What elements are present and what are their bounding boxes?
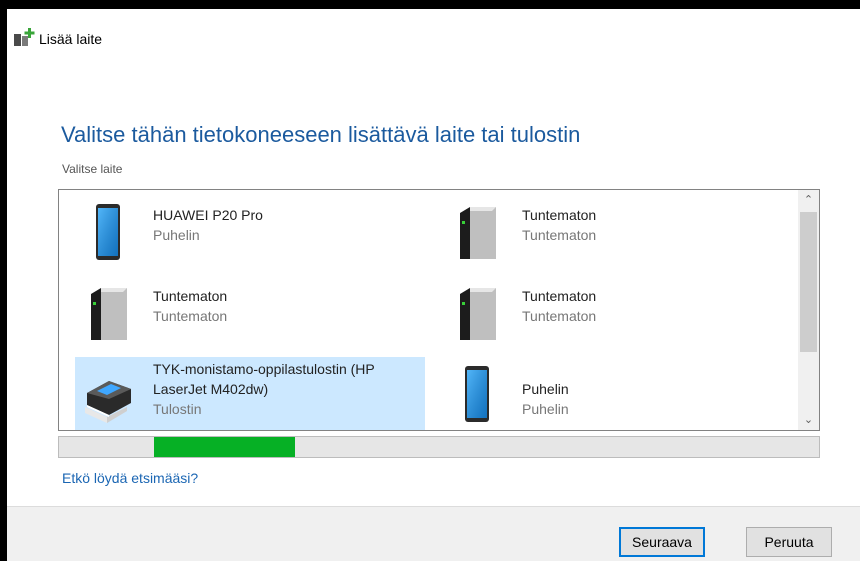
computer-tower-icon: [460, 288, 496, 340]
device-name: Tuntematon: [522, 288, 597, 304]
scroll-thumb[interactable]: [800, 212, 817, 352]
device-name: Puhelin: [522, 381, 569, 397]
device-item-unknown-1[interactable]: Tuntematon Tuntematon: [444, 195, 794, 270]
device-type: Tuntematon: [522, 227, 597, 243]
device-list[interactable]: HUAWEI P20 Pro Puhelin Tuntematon Tuntem…: [58, 189, 820, 431]
page-title: Valitse tähän tietokoneeseen lisättävä l…: [61, 122, 581, 147]
window-title: Lisää laite: [39, 31, 103, 47]
add-device-icon: [14, 28, 35, 46]
device-type: Tulostin: [153, 401, 202, 417]
title-bar: Lisää laite: [7, 9, 860, 53]
device-item-phone[interactable]: Puhelin Puhelin: [444, 357, 794, 430]
device-name: HUAWEI P20 Pro: [153, 207, 263, 223]
computer-tower-icon: [460, 207, 496, 259]
computer-tower-icon: [91, 288, 127, 340]
dialog-footer: Seuraava Peruuta: [7, 506, 860, 561]
scroll-down-arrow-icon[interactable]: ⌄: [798, 410, 819, 430]
device-type: Puhelin: [153, 227, 200, 243]
device-type: Tuntematon: [153, 308, 228, 324]
device-type: Tuntematon: [522, 308, 597, 324]
device-item-unknown-2[interactable]: Tuntematon Tuntematon: [75, 276, 425, 351]
search-progress-bar: [58, 436, 820, 458]
device-item-unknown-3[interactable]: Tuntematon Tuntematon: [444, 276, 794, 351]
device-item-printer[interactable]: TYK-monistamo-oppilastulostin (HP LaserJ…: [75, 357, 425, 430]
cant-find-device-link[interactable]: Etkö löydä etsimääsi?: [62, 470, 198, 486]
device-name: Tuntematon: [522, 207, 597, 223]
progress-fill: [154, 437, 295, 457]
device-item-huawei-p20-pro[interactable]: HUAWEI P20 Pro Puhelin: [75, 195, 425, 270]
scroll-up-arrow-icon[interactable]: ⌃: [798, 190, 819, 210]
device-name: Tuntematon: [153, 288, 228, 304]
vertical-scrollbar[interactable]: ⌃ ⌄: [798, 190, 819, 430]
device-type: Puhelin: [522, 401, 569, 417]
device-name: TYK-monistamo-oppilastulostin (HP LaserJ…: [153, 361, 375, 397]
cancel-button[interactable]: Peruuta: [746, 527, 832, 557]
next-button[interactable]: Seuraava: [619, 527, 705, 557]
phone-icon: [465, 366, 489, 422]
phone-icon: [96, 204, 120, 260]
printer-icon: [85, 381, 131, 423]
device-list-label: Valitse laite: [62, 162, 123, 176]
add-device-window: Lisää laite Valitse tähän tietokoneeseen…: [7, 9, 860, 561]
